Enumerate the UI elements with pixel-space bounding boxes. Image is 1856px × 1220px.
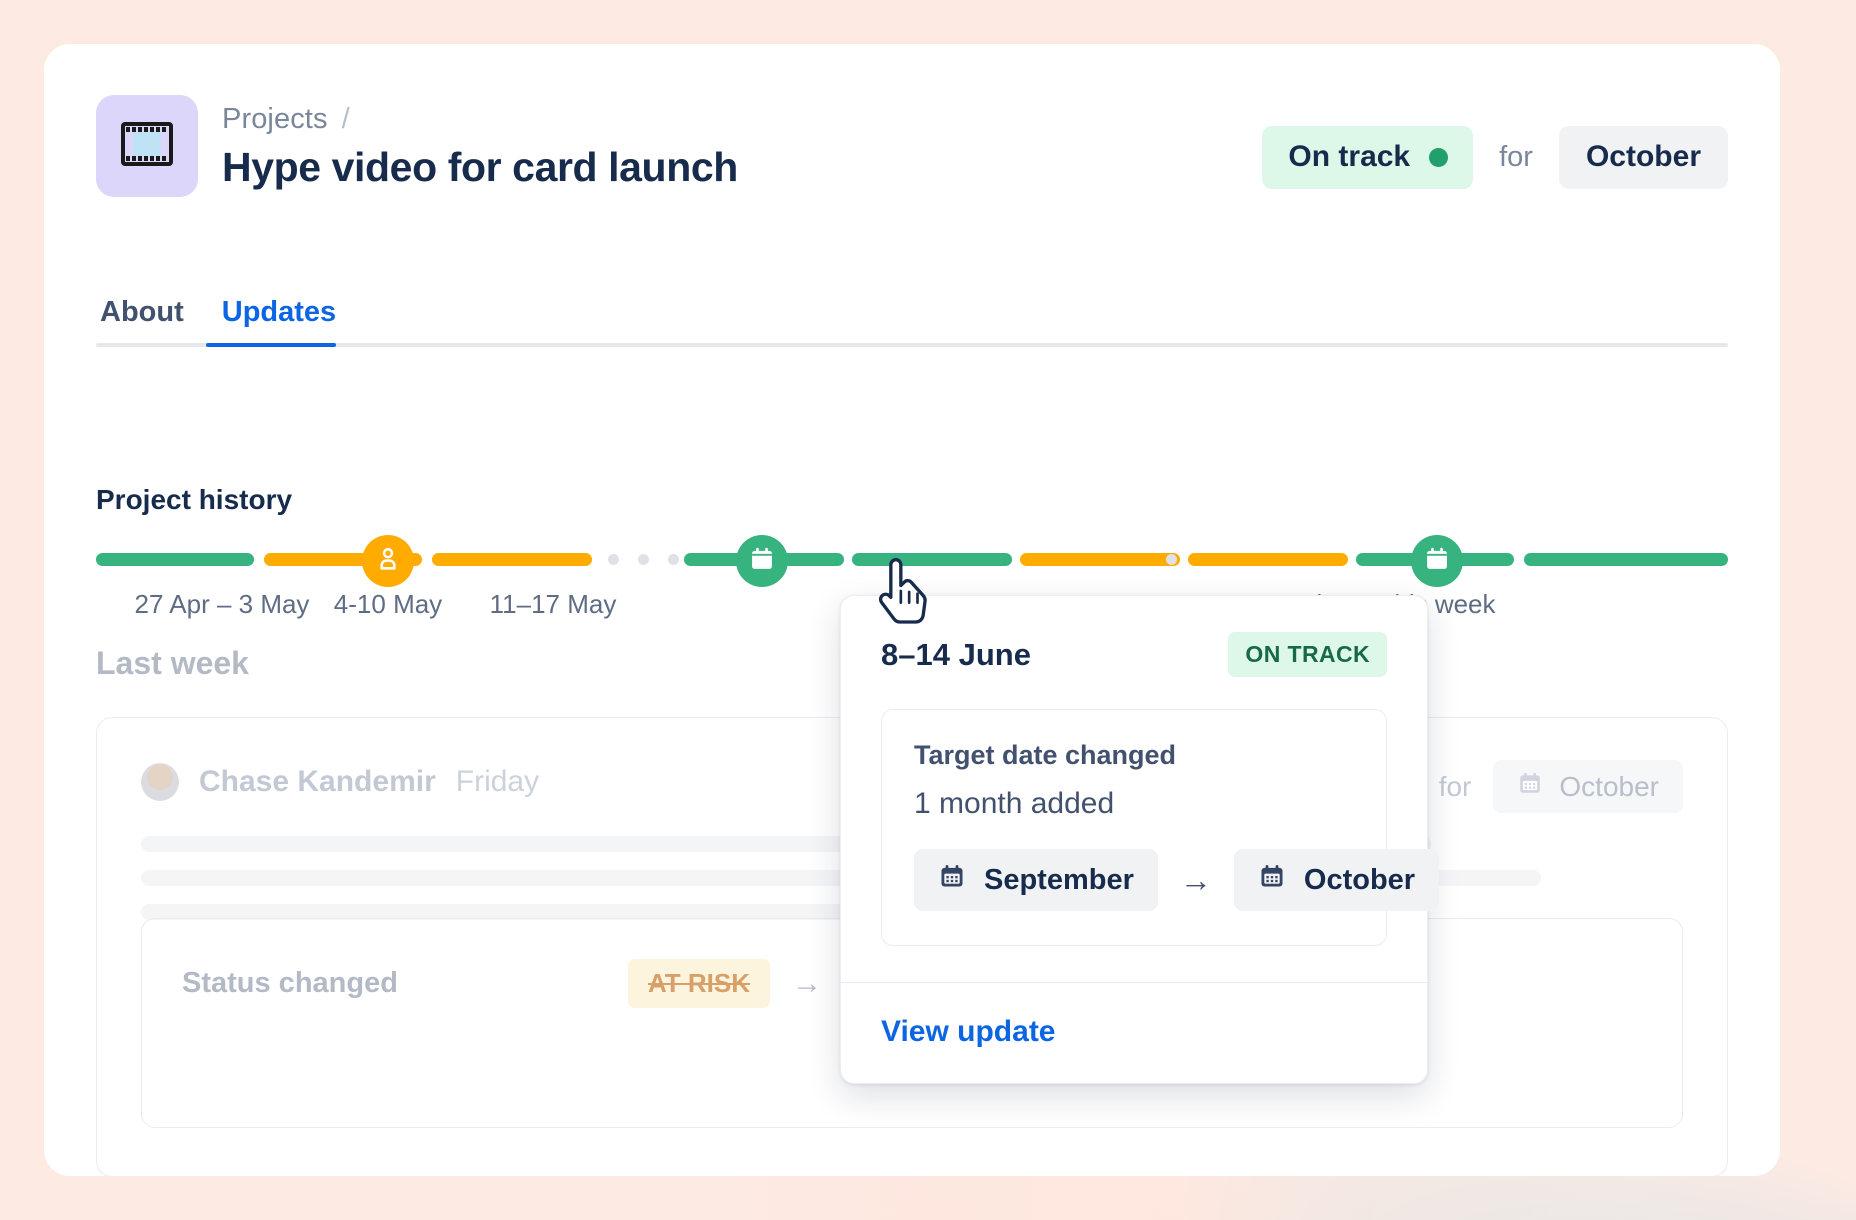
popover-to-month-label: October — [1303, 863, 1416, 896]
film-strip-icon — [121, 121, 173, 172]
page-title: Hype video for card launch — [222, 144, 738, 190]
calendar-icon — [938, 862, 966, 898]
calendar-icon — [1258, 862, 1286, 898]
breadcrumb-separator: / — [341, 103, 350, 135]
project-history-heading: Project history — [96, 484, 293, 515]
tab-underline-track — [96, 343, 1728, 347]
view-update-link[interactable]: View update — [881, 1015, 1056, 1048]
popover-to-month-badge: October — [1233, 849, 1440, 911]
timeline-gap-dot — [608, 554, 619, 565]
timeline-gap-dot — [638, 554, 649, 565]
status-for-label: for — [1499, 141, 1533, 173]
timeline-date-label: 4-10 May — [333, 589, 443, 619]
arrow-right-icon: → — [792, 966, 823, 1000]
status-dot-icon — [1429, 147, 1449, 167]
timeline-segment[interactable] — [852, 553, 1012, 566]
status-change-label: Status changed — [182, 967, 398, 999]
app-window: Projects / Hype video for card launch On … — [44, 44, 1780, 1176]
breadcrumb-projects-link[interactable]: Projects — [222, 103, 328, 135]
timeline-segment[interactable] — [96, 553, 254, 566]
calendar-icon — [748, 545, 776, 578]
popover-from-month-badge: September — [914, 849, 1158, 911]
update-timestamp: Friday — [455, 765, 540, 798]
timeline-date-label: 11–17 May — [489, 589, 617, 619]
timeline-segment[interactable] — [1188, 553, 1348, 566]
update-author-name: Chase Kandemir — [199, 765, 436, 798]
popover-from-month-label: September — [984, 863, 1134, 896]
tab-row: About Updates — [96, 287, 1728, 343]
tab-active-indicator — [206, 343, 336, 347]
popover-month-change: September → October — [914, 849, 1440, 911]
project-status-area: On track for October — [1262, 126, 1728, 189]
status-badge[interactable]: On track — [1262, 126, 1474, 189]
status-badge-label: On track — [1288, 140, 1411, 173]
timeline-date-label: 27 Apr – 3 May — [134, 589, 310, 619]
breadcrumb[interactable]: Projects / — [222, 103, 350, 136]
section-heading-last-week: Last week — [96, 645, 249, 681]
popover-change-title: Target date changed — [914, 740, 1177, 770]
project-avatar — [96, 95, 198, 197]
timeline-segment[interactable] — [1524, 553, 1728, 566]
timeline-gap-dot — [1166, 554, 1177, 565]
timeline-node[interactable] — [1411, 535, 1463, 587]
popover-change-card: Target date changed 1 month added Septem… — [881, 709, 1440, 946]
popover-change-subtitle: 1 month added — [914, 787, 1115, 820]
arrow-right-icon: → — [1179, 862, 1212, 898]
timeline-gap-dot — [668, 554, 679, 565]
status-from-badge: AT RISK — [627, 959, 771, 1008]
popover-footer: View update — [841, 983, 1427, 1083]
timeline-popover[interactable]: 8–14 June ON TRACK Target date changed 1… — [840, 595, 1440, 1084]
person-icon — [374, 545, 402, 578]
timeline-node[interactable] — [736, 535, 788, 587]
calendar-icon — [1517, 770, 1543, 803]
update-month-label: October — [1559, 770, 1659, 802]
popover-status-badge: ON TRACK — [1228, 632, 1387, 677]
project-history-timeline[interactable] — [96, 535, 1728, 587]
update-author-row: Chase Kandemir Friday — [141, 763, 539, 801]
calendar-icon — [1423, 545, 1451, 578]
tab-bar: About Updates — [96, 287, 1728, 347]
timeline-segment[interactable] — [432, 553, 592, 566]
update-month-badge: October — [1493, 760, 1683, 813]
popover-date-range: 8–14 June — [881, 636, 1031, 672]
tab-about[interactable]: About — [96, 296, 188, 343]
popover-header: 8–14 June ON TRACK — [841, 596, 1427, 677]
page-header: Projects / Hype video for card launch On … — [44, 44, 1780, 254]
timeline-node[interactable] — [362, 535, 414, 587]
update-for-label: for — [1438, 770, 1472, 802]
avatar — [141, 763, 179, 801]
timeline-segment[interactable] — [1020, 553, 1180, 566]
target-month-badge[interactable]: October — [1558, 126, 1728, 189]
tab-updates[interactable]: Updates — [218, 296, 340, 343]
